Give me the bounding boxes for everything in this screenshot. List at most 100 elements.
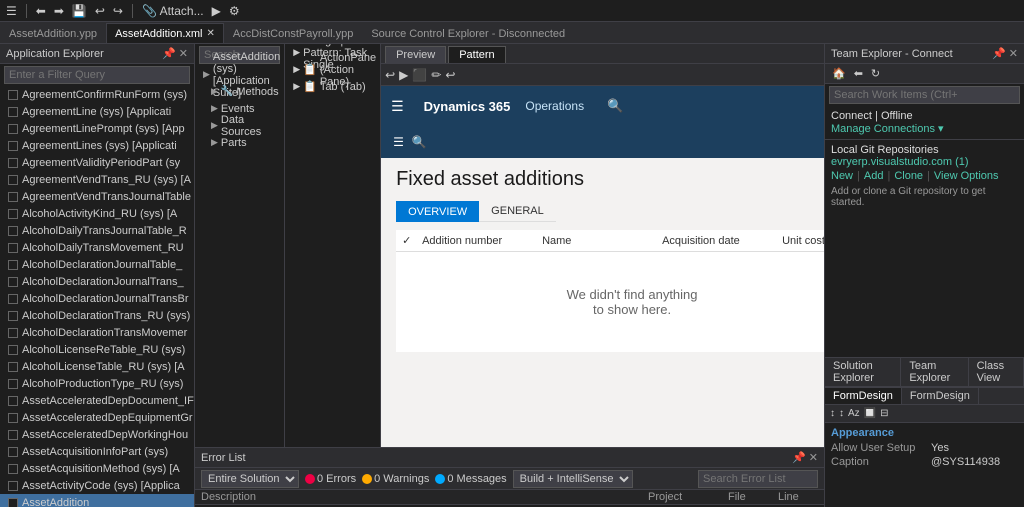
d365-search-icon[interactable]: 🔍 — [607, 98, 623, 114]
d365-general-btn[interactable]: GENERAL — [479, 201, 556, 222]
tree-checkbox[interactable] — [8, 498, 18, 507]
tree-item-agreementvendtrans[interactable]: AgreementVendTrans_RU (sys) [A — [0, 171, 194, 188]
tree-item-agreementlines[interactable]: AgreementLines (sys) [Applicati — [0, 137, 194, 154]
tree-item-assetaccel2[interactable]: AssetAcceleratedDepEquipmentGr — [0, 409, 194, 426]
tree-checkbox[interactable] — [8, 362, 18, 372]
team-close-icon[interactable]: ✕ — [1009, 47, 1018, 60]
tree-checkbox[interactable] — [8, 464, 18, 474]
team-refresh-icon[interactable]: ↻ — [868, 66, 883, 81]
tree-checkbox[interactable] — [8, 396, 18, 406]
redo-icon[interactable]: ↪ — [111, 3, 125, 19]
tree-checkbox[interactable] — [8, 277, 18, 287]
file-tree-asset-addition[interactable]: ▶ AssetAddition (sys) [Application Suite… — [195, 66, 284, 83]
repo-add-link[interactable]: Add — [864, 170, 884, 182]
tree-item-alcoholdailymov[interactable]: AlcoholDailyTransMovement_RU — [0, 239, 194, 256]
tab-team-explorer[interactable]: Team Explorer — [901, 358, 968, 386]
tree-checkbox[interactable] — [8, 328, 18, 338]
stop-icon[interactable]: ⬛ — [412, 68, 427, 82]
tree-item-alcoholdectransmov[interactable]: AlcoholDeclarationTransMovemer — [0, 324, 194, 341]
d365-overview-btn[interactable]: OVERVIEW — [396, 201, 479, 222]
tab-source-control[interactable]: Source Control Explorer - Disconnected — [362, 23, 574, 43]
repo-clone-link[interactable]: Clone — [894, 170, 923, 182]
tree-checkbox[interactable] — [8, 175, 18, 185]
tree-checkbox[interactable] — [8, 243, 18, 253]
tree-checkbox[interactable] — [8, 260, 18, 270]
tree-checkbox[interactable] — [8, 107, 18, 117]
settings-icon[interactable]: ⚙ — [227, 3, 242, 19]
tree-item-agreementvendtransj[interactable]: AgreementVendTransJournalTable — [0, 188, 194, 205]
tab-accdist[interactable]: AccDistConstPayroll.ypp — [224, 23, 362, 43]
tree-item-assetacqmethod[interactable]: AssetAcquisitionMethod (sys) [A — [0, 460, 194, 477]
properties-tab-formdesign[interactable]: FormDesign — [825, 388, 902, 404]
file-tree-methods[interactable]: ▶ 🔧 Methods — [195, 83, 284, 100]
prop-sortaz-icon[interactable]: ↕ — [829, 407, 836, 420]
design-tree-actionpane[interactable]: ▶ 📋 ActionPane (Action Pane) — [285, 61, 380, 78]
tree-checkbox[interactable] — [8, 141, 18, 151]
undo-icon[interactable]: ↩ — [445, 68, 455, 82]
tree-checkbox[interactable] — [8, 294, 18, 304]
build-dropdown[interactable]: Build + IntelliSense — [513, 470, 633, 488]
tree-item-assetaccel3[interactable]: AssetAcceleratedDepWorkingHou — [0, 426, 194, 443]
tree-checkbox[interactable] — [8, 124, 18, 134]
tree-item-alcohollicensere[interactable]: AlcoholLicenseReTable_RU (sys) — [0, 341, 194, 358]
tree-checkbox[interactable] — [8, 345, 18, 355]
save-icon[interactable]: 💾 — [70, 3, 89, 19]
prop-az-icon[interactable]: Az — [847, 407, 861, 420]
properties-tab-formdesign2[interactable]: FormDesign — [902, 388, 979, 404]
repo-new-link[interactable]: New — [831, 170, 853, 182]
prop-minus-icon[interactable]: ⊟ — [879, 407, 889, 420]
pin-icon[interactable]: 📌 — [792, 451, 806, 464]
design-tree-tab[interactable]: ▶ 📋 Tab (Tab) — [285, 78, 380, 95]
attach-icon[interactable]: 📎 Attach... — [140, 3, 206, 19]
tree-item-assetaddition[interactable]: AssetAddition — [0, 494, 194, 507]
tree-item-alcoholdailytrans[interactable]: AlcoholDailyTransJournalTable_R — [0, 222, 194, 239]
tree-item-alcoholdecjournaltrans[interactable]: AlcoholDeclarationJournalTrans_ — [0, 273, 194, 290]
team-pin-icon[interactable]: 📌 — [992, 47, 1006, 60]
team-home-icon[interactable]: 🏠 — [829, 66, 849, 81]
back-icon[interactable]: ⬅ — [34, 3, 48, 19]
tree-item-alcoholdecjournal[interactable]: AlcoholDeclarationJournalTable_ — [0, 256, 194, 273]
d365-hamburger-icon[interactable]: ☰ — [391, 98, 404, 115]
tree-item-assetaccel1[interactable]: AssetAcceleratedDepDocument_IF — [0, 392, 194, 409]
undo-icon[interactable]: ↩ — [93, 3, 107, 19]
error-scope-dropdown[interactable]: Entire Solution — [201, 470, 299, 488]
forward-icon[interactable]: ➡ — [52, 3, 66, 19]
tab-solution-explorer[interactable]: Solution Explorer — [825, 358, 901, 386]
tree-checkbox[interactable] — [8, 481, 18, 491]
tree-item-agreementconfirm[interactable]: AgreementConfirmRunForm (sys) — [0, 86, 194, 103]
tree-item-alcoholdectrans[interactable]: AlcoholDeclarationTrans_RU (sys) — [0, 307, 194, 324]
d365-sub-search-icon[interactable]: 🔍 — [412, 135, 427, 149]
error-search-input[interactable] — [698, 470, 818, 488]
tree-item-assetacqinfo[interactable]: AssetAcquisitionInfoPart (sys) — [0, 443, 194, 460]
prop-filter-icon[interactable]: 🔲 — [863, 407, 877, 420]
edit-icon[interactable]: ✏ — [431, 68, 441, 82]
tab-asset-addition-xml[interactable]: AssetAddition.xml ✕ — [106, 23, 224, 43]
tab-preview[interactable]: Preview — [385, 46, 446, 63]
tree-checkbox[interactable] — [8, 192, 18, 202]
tree-checkbox[interactable] — [8, 311, 18, 321]
team-search-input[interactable] — [829, 86, 1020, 104]
tree-item-alcoholdecjournaltransbr[interactable]: AlcoholDeclarationJournalTransBr — [0, 290, 194, 307]
d365-nav-operations[interactable]: Operations — [525, 99, 584, 113]
tree-checkbox[interactable] — [8, 90, 18, 100]
tree-item-agreementlineprompt[interactable]: AgreementLinePrompt (sys) [App — [0, 120, 194, 137]
tree-checkbox[interactable] — [8, 226, 18, 236]
repo-name[interactable]: evryerp.visualstudio.com (1) — [831, 156, 1018, 168]
tree-item-agreementvalidity[interactable]: AgreementValidityPeriodPart (sy — [0, 154, 194, 171]
file-tree-parts[interactable]: ▶ Parts — [195, 134, 284, 151]
repo-viewoptions-link[interactable]: View Options — [934, 170, 999, 182]
close-panel-icon[interactable]: ✕ — [179, 47, 188, 60]
tree-checkbox[interactable] — [8, 413, 18, 423]
tree-item-alcohollicensetable[interactable]: AlcoholLicenseTable_RU (sys) [A — [0, 358, 194, 375]
tree-item-alcoholactivity[interactable]: AlcoholActivityKind_RU (sys) [A — [0, 205, 194, 222]
app-menu-icon[interactable]: ☰ — [4, 3, 19, 19]
pin-icon[interactable]: 📌 — [162, 47, 176, 60]
tree-checkbox[interactable] — [8, 430, 18, 440]
tree-item-agreementline[interactable]: AgreementLine (sys) [Applicati — [0, 103, 194, 120]
tree-item-assetactivity[interactable]: AssetActivityCode (sys) [Applica — [0, 477, 194, 494]
tab-asset-addition-ypp[interactable]: AssetAddition.ypp — [0, 23, 106, 43]
run-icon[interactable]: ▶ — [210, 3, 223, 19]
close-error-panel-icon[interactable]: ✕ — [809, 451, 818, 464]
tree-checkbox[interactable] — [8, 158, 18, 168]
tree-checkbox[interactable] — [8, 379, 18, 389]
